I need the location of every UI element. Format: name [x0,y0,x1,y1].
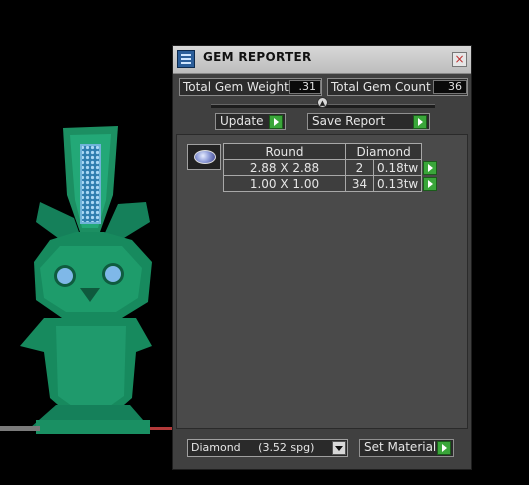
total-gem-count-label: Total Gem Count [331,80,431,94]
total-gem-weight-label: Total Gem Weight [183,80,289,94]
chevron-down-icon[interactable] [332,441,346,455]
material-dropdown[interactable]: Diamond (3.52 spg) [187,439,348,457]
title-bar[interactable]: GEM REPORTER × [173,46,471,74]
close-icon: × [454,52,465,66]
set-material-button[interactable]: Set Material [359,439,454,457]
splitter-knob-icon[interactable]: ▲ [317,97,328,108]
gem-reporter-panel: GEM REPORTER × Total Gem Weight .31 Tota… [172,45,472,470]
window-title: GEM REPORTER [203,50,312,64]
gem-list: Round Diamond 2.88 X 2.88 2 0.18tw 1.00 … [176,134,468,429]
gem-thumbnail[interactable] [187,144,221,170]
material-header: Diamond [344,143,423,160]
play-arrow-icon [413,115,427,129]
total-gem-count-value: 36 [433,80,467,94]
gem-weight: 0.13tw [372,175,423,192]
table-row[interactable]: 1.00 X 1.00 34 0.13tw [223,175,438,192]
round-gem-icon [194,150,216,164]
gem-weight: 0.18tw [372,159,423,176]
update-button[interactable]: Update [215,113,286,130]
close-button[interactable]: × [452,52,467,67]
table-row[interactable]: 2.88 X 2.88 2 0.18tw [223,159,438,176]
total-gem-count-box: Total Gem Count 36 [327,78,468,96]
set-material-button-label: Set Material [364,440,437,454]
save-report-button[interactable]: Save Report [307,113,430,130]
save-report-button-label: Save Report [312,114,386,128]
table-header-row: Round Diamond [223,143,438,160]
play-arrow-icon [437,441,451,455]
gem-count: 2 [345,159,374,176]
update-button-label: Update [220,114,264,128]
gem-size: 1.00 X 1.00 [223,175,346,192]
gem-table: Round Diamond 2.88 X 2.88 2 0.18tw 1.00 … [223,143,438,192]
material-dropdown-value: Diamond (3.52 spg) [191,441,315,454]
report-icon [177,50,195,68]
select-row-button[interactable] [423,160,438,175]
gem-count: 34 [345,175,374,192]
total-gem-weight-value: .31 [289,80,321,94]
gem-size: 2.88 X 2.88 [223,159,346,176]
total-gem-weight-box: Total Gem Weight .31 [179,78,322,96]
shape-header: Round [223,143,346,160]
play-arrow-icon [269,115,283,129]
select-row-button[interactable] [423,176,438,191]
